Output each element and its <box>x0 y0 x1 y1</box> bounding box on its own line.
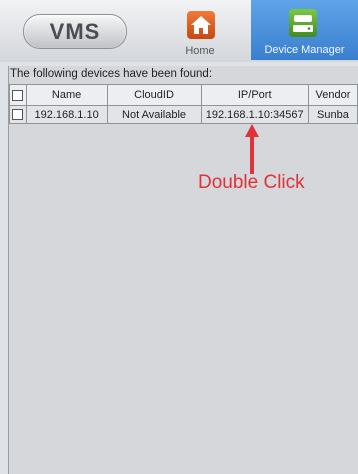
annotation-arrow <box>245 124 259 174</box>
row-checkbox-cell[interactable] <box>9 105 27 124</box>
device-list-panel <box>8 66 358 474</box>
nav-device-manager-label: Device Manager <box>264 44 345 56</box>
table-header-row: Name CloudID IP/Port Vendor <box>9 84 358 106</box>
device-name-cell[interactable]: 192.168.1.10 <box>25 105 108 124</box>
device-vendor-cell[interactable]: Sunba <box>307 105 358 124</box>
column-header-cloudid[interactable]: CloudID <box>106 84 202 106</box>
device-manager-icon <box>289 9 317 37</box>
row-checkbox[interactable] <box>12 109 24 120</box>
column-header-ip-port[interactable]: IP/Port <box>200 84 309 106</box>
double-click-annotation: Double Click <box>198 172 305 193</box>
vms-logo: VMS <box>23 14 127 49</box>
device-table: Name CloudID IP/Port Vendor 192.168.1.10… <box>9 84 358 124</box>
select-all-cell[interactable] <box>9 84 27 106</box>
column-header-vendor[interactable]: Vendor <box>307 84 358 106</box>
device-cloudid-cell[interactable]: Not Available <box>106 105 202 124</box>
devices-found-caption: The following devices have been found: <box>10 68 213 80</box>
nav-device-manager-button[interactable]: Device Manager <box>251 0 358 60</box>
table-row[interactable]: 192.168.1.10 Not Available 192.168.1.10:… <box>9 105 358 124</box>
device-ip-port-cell[interactable]: 192.168.1.10:34567 <box>200 105 309 124</box>
nav-home-button[interactable]: Home <box>168 3 232 60</box>
select-all-checkbox[interactable] <box>12 89 24 101</box>
column-header-name[interactable]: Name <box>25 84 108 106</box>
nav-home-label: Home <box>185 45 215 57</box>
home-icon <box>187 11 215 39</box>
top-toolbar: VMS Home Device Manager <box>0 0 358 62</box>
